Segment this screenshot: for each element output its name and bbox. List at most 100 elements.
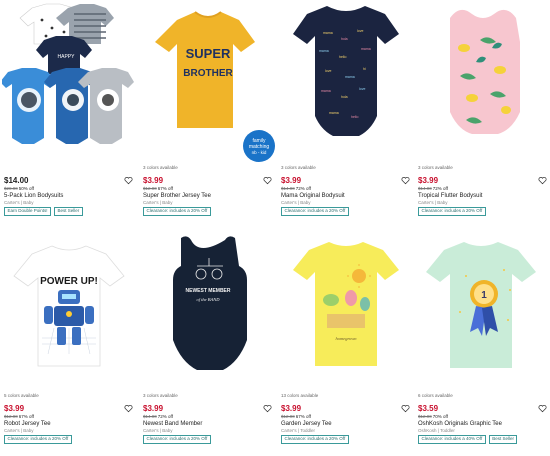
original-price-row: $14.0072% off — [281, 186, 311, 191]
original-price-row: $12.0067% off — [4, 414, 34, 419]
original-price-row: $12.0067% off — [143, 186, 173, 191]
product-image[interactable]: POWER UP! — [2, 228, 136, 390]
svg-text:nb - kid: nb - kid — [252, 150, 267, 155]
colors-available: 13 colors available — [281, 393, 319, 398]
badge-clearance: Clearance: includes a 20% Off — [281, 207, 349, 216]
badges: Clearance: includes a 20% Off — [4, 435, 72, 444]
badges: Clearance: includes a 40% Off Best Selle… — [418, 435, 518, 444]
badge-points: Earn Double Points! — [4, 207, 52, 216]
product-price: $3.99 — [281, 404, 302, 413]
svg-text:mama: mama — [361, 47, 371, 51]
product-brand: OshKosh | Toddler — [418, 428, 455, 433]
colors-available: 3 colors available — [418, 165, 453, 170]
heart-outline-icon[interactable] — [401, 176, 410, 185]
product-card[interactable]: HAPPY $14.00 $28.0050% off 5-Pack Lion B… — [2, 0, 136, 226]
product-brand: Carter's | Baby — [418, 200, 448, 205]
original-price-row: $12.0067% off — [281, 414, 311, 419]
original-price-row: $14.0072% off — [143, 414, 173, 419]
discount: 67% off — [18, 414, 34, 419]
heart-outline-icon[interactable] — [263, 176, 272, 185]
product-price: $3.99 — [143, 176, 164, 185]
svg-text:homegrown: homegrown — [335, 336, 357, 341]
original-price: $14.00 — [281, 186, 295, 191]
heart-outline-icon[interactable] — [538, 404, 547, 413]
svg-text:1: 1 — [481, 290, 487, 301]
original-price: $12.00 — [143, 186, 157, 191]
product-price: $3.99 — [143, 404, 164, 413]
product-image[interactable]: homegrown — [279, 228, 413, 390]
product-price: $3.99 — [4, 404, 25, 413]
svg-text:mama: mama — [323, 31, 333, 35]
product-image[interactable]: NEWEST MEMBER of the BAND — [141, 228, 275, 390]
discount: 67% off — [295, 414, 311, 419]
product-card[interactable]: SUPER BROTHER family matching nb - kid 3… — [141, 0, 275, 226]
svg-text:BROTHER: BROTHER — [183, 68, 233, 79]
colors-available: 3 colors available — [143, 165, 178, 170]
product-image[interactable]: 1 — [416, 228, 550, 390]
svg-text:hello: hello — [351, 115, 358, 119]
heart-outline-icon[interactable] — [124, 404, 133, 413]
svg-text:hola: hola — [341, 95, 348, 99]
product-brand: Carter's | Toddler — [281, 428, 315, 433]
original-price: $14.00 — [418, 186, 432, 191]
svg-text:love: love — [325, 69, 331, 73]
product-image[interactable]: mama hola love mama hello mama love mama hi ma… — [279, 0, 413, 162]
colors-available: 3 colors available — [143, 393, 178, 398]
original-price-row: $28.0050% off — [4, 186, 34, 191]
product-card[interactable]: mama hola love mama hello mama love mama hi ma… — [279, 0, 413, 226]
product-name[interactable]: Super Brother Jersey Tee — [143, 193, 211, 199]
product-name[interactable]: Robot Jersey Tee — [4, 421, 51, 427]
original-price-row: $14.0072% off — [418, 186, 448, 191]
product-brand: Carter's | Baby — [4, 200, 34, 205]
heart-outline-icon[interactable] — [538, 176, 547, 185]
heart-outline-icon[interactable] — [263, 404, 272, 413]
svg-text:mama: mama — [319, 49, 329, 53]
badge-clearance: Clearance: includes a 20% Off — [4, 435, 72, 444]
svg-text:love: love — [357, 29, 363, 33]
badge-clearance: Clearance: includes a 40% Off — [418, 435, 486, 444]
badges: Clearance: includes a 20% Off — [143, 207, 211, 216]
badge-best-seller: Best Seller — [488, 435, 518, 444]
product-name[interactable]: Mama Original Bodysuit — [281, 193, 345, 199]
product-name[interactable]: OshKosh Originals Graphic Tee — [418, 421, 502, 427]
product-price: $3.99 — [281, 176, 302, 185]
svg-text:of the BAND: of the BAND — [197, 297, 221, 302]
discount: 72% off — [295, 186, 311, 191]
product-image[interactable] — [416, 0, 550, 162]
svg-text:NEWEST MEMBER: NEWEST MEMBER — [186, 288, 231, 294]
svg-text:hi: hi — [363, 67, 366, 71]
product-name[interactable]: Tropical Flutter Bodysuit — [418, 193, 482, 199]
product-card[interactable]: 1 6 colors available $3.59 $12.0070% off… — [416, 228, 550, 454]
heart-outline-icon[interactable] — [124, 176, 133, 185]
product-name[interactable]: 5-Pack Lion Bodysuits — [4, 193, 63, 199]
svg-text:mama: mama — [345, 75, 355, 79]
badge-best-seller: Best Seller — [54, 207, 83, 216]
product-grid: HAPPY $14.00 $28.0050% off 5-Pack Lion B… — [0, 0, 550, 456]
svg-text:HAPPY: HAPPY — [58, 54, 76, 60]
badges: Clearance: includes a 20% Off — [418, 207, 486, 216]
discount: 72% off — [157, 414, 173, 419]
badge-clearance: Clearance: includes a 20% Off — [418, 207, 486, 216]
svg-text:hello: hello — [339, 55, 346, 59]
product-card[interactable]: NEWEST MEMBER of the BAND 3 colors avail… — [141, 228, 275, 454]
product-price: $3.99 — [418, 176, 439, 185]
badge-clearance: Clearance: includes a 20% Off — [143, 435, 211, 444]
discount: 70% off — [432, 414, 448, 419]
product-card[interactable]: POWER UP! 5 colors available $3.99 $12.0… — [2, 228, 136, 454]
colors-available: 6 colors available — [418, 393, 453, 398]
product-name[interactable]: Garden Jersey Tee — [281, 421, 332, 427]
product-card[interactable]: homegrown 13 colors available $3.99 $12.… — [279, 228, 413, 454]
badges: Clearance: includes a 20% Off — [143, 435, 211, 444]
product-card[interactable]: 3 colors available $3.99 $14.0072% off T… — [416, 0, 550, 226]
svg-text:love: love — [359, 87, 365, 91]
product-image[interactable]: HAPPY — [2, 0, 136, 162]
heart-outline-icon[interactable] — [401, 404, 410, 413]
original-price: $12.00 — [281, 414, 295, 419]
product-name[interactable]: Newest Band Member — [143, 421, 202, 427]
badge-clearance: Clearance: includes a 20% Off — [281, 435, 349, 444]
product-brand: Carter's | Baby — [143, 428, 173, 433]
product-image[interactable]: SUPER BROTHER family matching nb - kid — [141, 0, 275, 162]
discount: 67% off — [157, 186, 173, 191]
product-brand: Carter's | Baby — [4, 428, 34, 433]
colors-available: 5 colors available — [4, 393, 39, 398]
